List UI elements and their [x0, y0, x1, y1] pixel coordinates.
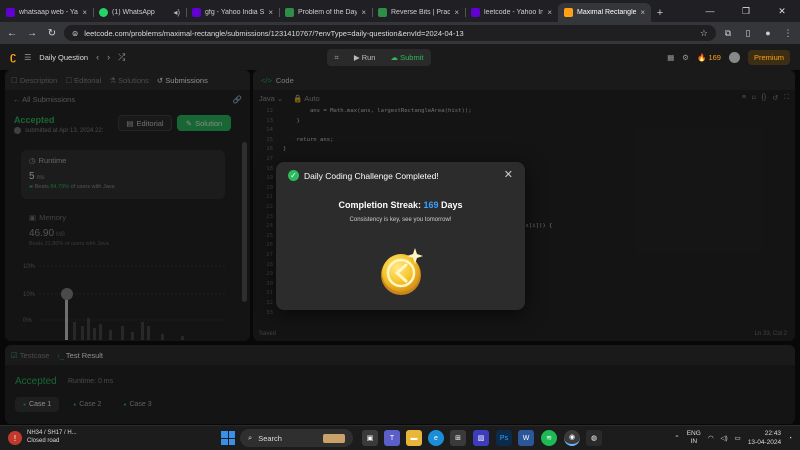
- completion-streak: Completion Streak: 169 Days: [338, 200, 463, 210]
- next-problem-icon[interactable]: ›: [107, 52, 110, 62]
- daily-question-link[interactable]: Daily Question: [39, 53, 88, 62]
- profile-icon[interactable]: ●: [760, 25, 776, 41]
- avatar[interactable]: [728, 52, 740, 63]
- layout-icon[interactable]: ▦: [667, 53, 674, 62]
- notifications-icon[interactable]: ◔: [788, 435, 792, 442]
- submit-button[interactable]: ☁ Submit: [391, 53, 424, 62]
- shuffle-icon[interactable]: ⤮: [118, 52, 125, 63]
- start-button[interactable]: [221, 431, 235, 445]
- browser-tab[interactable]: (1) WhatsApp ◂): [93, 3, 186, 22]
- gfg-icon: [285, 8, 294, 17]
- wifi-icon[interactable]: ◠: [708, 434, 714, 442]
- tray-overflow-icon[interactable]: ⌃: [674, 434, 679, 442]
- new-tab-button[interactable]: +: [651, 3, 669, 22]
- taskbar-search[interactable]: ⌕ Search: [240, 429, 353, 447]
- site-info-icon[interactable]: ⊜: [72, 29, 78, 38]
- photoshop-icon[interactable]: Ps: [496, 430, 512, 446]
- run-submit-group: ⌗ ▶ Run ☁ Submit: [327, 49, 431, 66]
- leetcode-icon: [564, 8, 573, 17]
- task-view-icon[interactable]: ▣: [362, 430, 378, 446]
- file-explorer-icon[interactable]: ▬: [406, 430, 422, 446]
- app-icon[interactable]: ▨: [473, 430, 489, 446]
- url-text[interactable]: leetcode.com/problems/maximal-rectangle/…: [84, 29, 694, 38]
- minimize-icon[interactable]: —: [692, 0, 728, 22]
- leetcode-nav-right: ▦ ⚙ 🔥 169 Premium: [667, 49, 790, 66]
- weather-widget[interactable]: ! NH34 / SH17 / H... Closed road: [8, 429, 77, 445]
- daily-challenge-modal: ✓ Daily Coding Challenge Completed! ✕ Co…: [276, 162, 525, 310]
- spotify-icon[interactable]: ≋: [541, 430, 557, 446]
- app-icon[interactable]: ◍: [586, 430, 602, 446]
- address-bar-row: ← → ↻ ⊜ leetcode.com/problems/maximal-re…: [0, 22, 800, 44]
- maximize-icon[interactable]: ❐: [728, 0, 764, 22]
- browser-tab[interactable]: Reverse Bits | Practic×: [372, 3, 465, 22]
- teams-icon[interactable]: T: [384, 430, 400, 446]
- sidebar-icon[interactable]: ▯: [740, 25, 756, 41]
- close-icon[interactable]: ×: [454, 8, 459, 17]
- settings-icon[interactable]: ⚙: [682, 53, 689, 62]
- check-circle-icon: ✓: [288, 170, 299, 181]
- streak-counter[interactable]: 🔥 169: [697, 53, 721, 62]
- traffic-alert-icon: !: [8, 431, 22, 445]
- whatsapp-icon: [99, 8, 108, 17]
- search-highlight-image: [323, 433, 345, 443]
- audio-icon[interactable]: ◂): [173, 8, 180, 17]
- browser-tab[interactable]: leetcode - Yahoo Indi ×: [465, 3, 558, 22]
- browser-tab-active[interactable]: Maximal Rectangle ×: [558, 3, 651, 22]
- browser-tab[interactable]: whatsaap web - Yaho×: [0, 3, 93, 22]
- language-indicator[interactable]: ENG IN: [687, 430, 701, 446]
- debug-icon[interactable]: ⌗: [335, 53, 339, 63]
- premium-button[interactable]: Premium: [747, 50, 790, 65]
- system-tray: ⌃ ENG IN ◠ ◁) ▭ 22:43 13-04-2024 ◔: [674, 429, 792, 447]
- close-icon[interactable]: ×: [82, 8, 87, 17]
- window-controls: — ❐ ✕: [692, 0, 800, 22]
- browser-tab[interactable]: Problem of the Day | ×: [279, 3, 372, 22]
- leetcode-logo-icon[interactable]: ʗ: [10, 51, 16, 63]
- word-icon[interactable]: W: [518, 430, 534, 446]
- prev-problem-icon[interactable]: ‹: [96, 52, 99, 62]
- modal-title: Daily Coding Challenge Completed!: [304, 171, 439, 181]
- yahoo-icon: [471, 8, 480, 17]
- run-button[interactable]: ▶ Run: [354, 53, 376, 62]
- yahoo-icon: [192, 8, 201, 17]
- close-icon[interactable]: ×: [268, 8, 273, 17]
- browser-tab-strip: whatsaap web - Yaho× (1) WhatsApp◂) gfg …: [0, 0, 800, 22]
- store-icon[interactable]: ⊞: [450, 430, 466, 446]
- modal-subtitle: Consistency is key, see you tomorrow!: [349, 217, 452, 223]
- search-icon: ⌕: [248, 433, 253, 442]
- battery-icon[interactable]: ▭: [735, 434, 741, 442]
- forward-icon[interactable]: →: [24, 25, 40, 41]
- reload-icon[interactable]: ↻: [44, 25, 60, 41]
- close-icon[interactable]: ×: [361, 8, 366, 17]
- coin-icon: [381, 248, 423, 295]
- back-icon[interactable]: ←: [4, 25, 20, 41]
- extensions-icon[interactable]: ⧉: [720, 25, 736, 41]
- close-icon[interactable]: ×: [547, 8, 552, 17]
- yahoo-icon: [6, 8, 15, 17]
- problem-list-icon[interactable]: ☰: [24, 53, 31, 62]
- menu-icon[interactable]: ⋮: [780, 25, 796, 41]
- edge-icon[interactable]: e: [428, 430, 444, 446]
- gfg-icon: [378, 8, 387, 17]
- bookmark-star-icon[interactable]: ☆: [700, 28, 708, 39]
- volume-icon[interactable]: ◁): [720, 434, 727, 442]
- chrome-icon[interactable]: ◉: [564, 430, 580, 446]
- close-window-icon[interactable]: ✕: [764, 0, 800, 22]
- windows-taskbar: ! NH34 / SH17 / H... Closed road ⌕ Searc…: [0, 425, 800, 450]
- clock[interactable]: 22:43 13-04-2024: [748, 429, 781, 447]
- close-icon[interactable]: ×: [640, 8, 645, 17]
- browser-tab[interactable]: gfg - Yahoo India Se ×: [186, 3, 279, 22]
- close-icon[interactable]: ✕: [504, 168, 513, 181]
- address-bar[interactable]: ⊜ leetcode.com/problems/maximal-rectangl…: [64, 25, 716, 41]
